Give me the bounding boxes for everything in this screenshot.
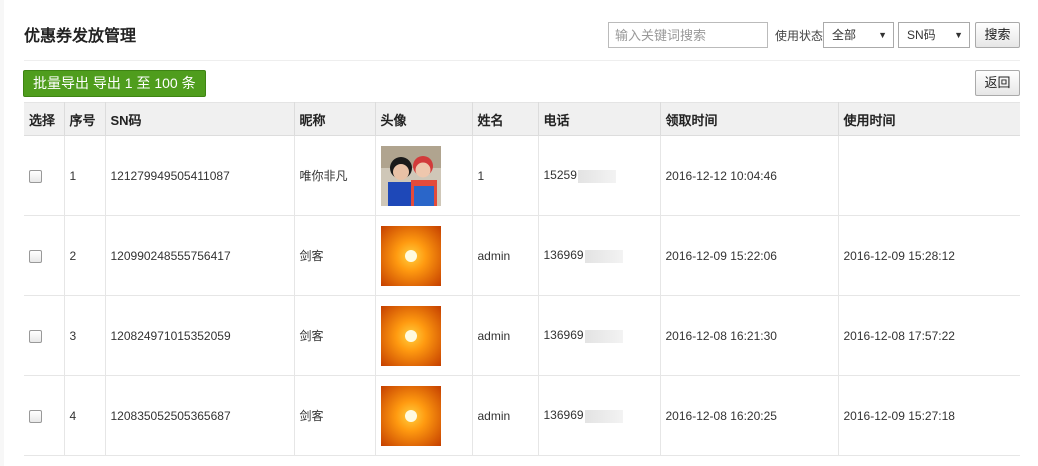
photo-avatar [380,145,441,206]
sun-avatar [380,385,441,446]
page-title: 优惠券发放管理 [24,28,137,45]
phone-mask [577,169,616,183]
status-select[interactable]: 全部 ▼ [823,22,894,48]
row-checkbox[interactable] [29,249,42,263]
col-used-time: 使用时间 [838,102,1020,136]
search-button[interactable]: 搜索 [975,22,1020,48]
status-filter-label: 使用状态 [775,29,824,43]
row-phone: 136969 [543,248,584,263]
phone-mask [584,409,623,423]
row-index: 4 [64,375,106,456]
row-received-time: 2016-12-08 16:20:25 [660,375,839,456]
table-header-row: 选择 序号 SN码 昵称 头像 姓名 电话 领取时间 使用时间 [24,102,1020,136]
col-phone: 电话 [538,102,661,136]
coupon-table: 选择 序号 SN码 昵称 头像 姓名 电话 领取时间 使用时间 1 121279… [24,102,1020,456]
table-row: 4 120835052505365687 剑客 admin 136969 201… [24,375,1020,456]
row-used-time: 2016-12-08 17:57:22 [838,295,1020,376]
col-nickname: 昵称 [294,102,376,136]
row-name: admin [472,215,539,296]
row-index: 2 [64,215,106,296]
phone-mask [584,249,623,263]
row-received-time: 2016-12-09 15:22:06 [660,215,839,296]
row-nickname: 唯你非凡 [294,135,376,216]
row-received-time: 2016-12-12 10:04:46 [660,135,839,216]
row-nickname: 剑客 [294,375,376,456]
search-input[interactable] [608,22,768,48]
batch-export-button[interactable]: 批量导出 导出 1 至 100 条 [23,70,206,97]
row-phone: 136969 [543,408,584,423]
col-avatar: 头像 [375,102,473,136]
back-button[interactable]: 返回 [975,70,1020,96]
row-sn: 121279949505411087 [105,135,295,216]
row-checkbox[interactable] [29,169,42,183]
chevron-down-icon: ▼ [954,30,963,40]
col-name: 姓名 [472,102,539,136]
status-select-value: 全部 [832,28,857,42]
table-row: 1 121279949505411087 唯你非凡 1 15259 2016-1… [24,135,1020,216]
left-edge [0,0,4,466]
phone-mask [584,329,623,343]
row-phone: 15259 [543,168,577,183]
chevron-down-icon: ▼ [878,30,887,40]
row-checkbox[interactable] [29,329,42,343]
header-divider [24,60,1020,61]
sun-avatar [380,225,441,286]
row-nickname: 剑客 [294,295,376,376]
sun-avatar [380,305,441,366]
table-row: 2 120990248555756417 剑客 admin 136969 201… [24,215,1020,296]
row-used-time: 2016-12-09 15:27:18 [838,375,1020,456]
field-select[interactable]: SN码 ▼ [898,22,970,48]
row-name: admin [472,375,539,456]
row-nickname: 剑客 [294,215,376,296]
row-name: 1 [472,135,539,216]
col-sn: SN码 [105,102,295,136]
row-checkbox[interactable] [29,409,42,423]
row-sn: 120824971015352059 [105,295,295,376]
row-index: 1 [64,135,106,216]
row-used-time [838,135,1020,216]
col-select: 选择 [24,102,65,136]
col-received-time: 领取时间 [660,102,839,136]
table-row: 3 120824971015352059 剑客 admin 136969 201… [24,295,1020,376]
col-index: 序号 [64,102,106,136]
row-phone: 136969 [543,328,584,343]
field-select-value: SN码 [907,28,936,42]
row-received-time: 2016-12-08 16:21:30 [660,295,839,376]
row-sn: 120990248555756417 [105,215,295,296]
row-name: admin [472,295,539,376]
row-index: 3 [64,295,106,376]
row-sn: 120835052505365687 [105,375,295,456]
row-used-time: 2016-12-09 15:28:12 [838,215,1020,296]
